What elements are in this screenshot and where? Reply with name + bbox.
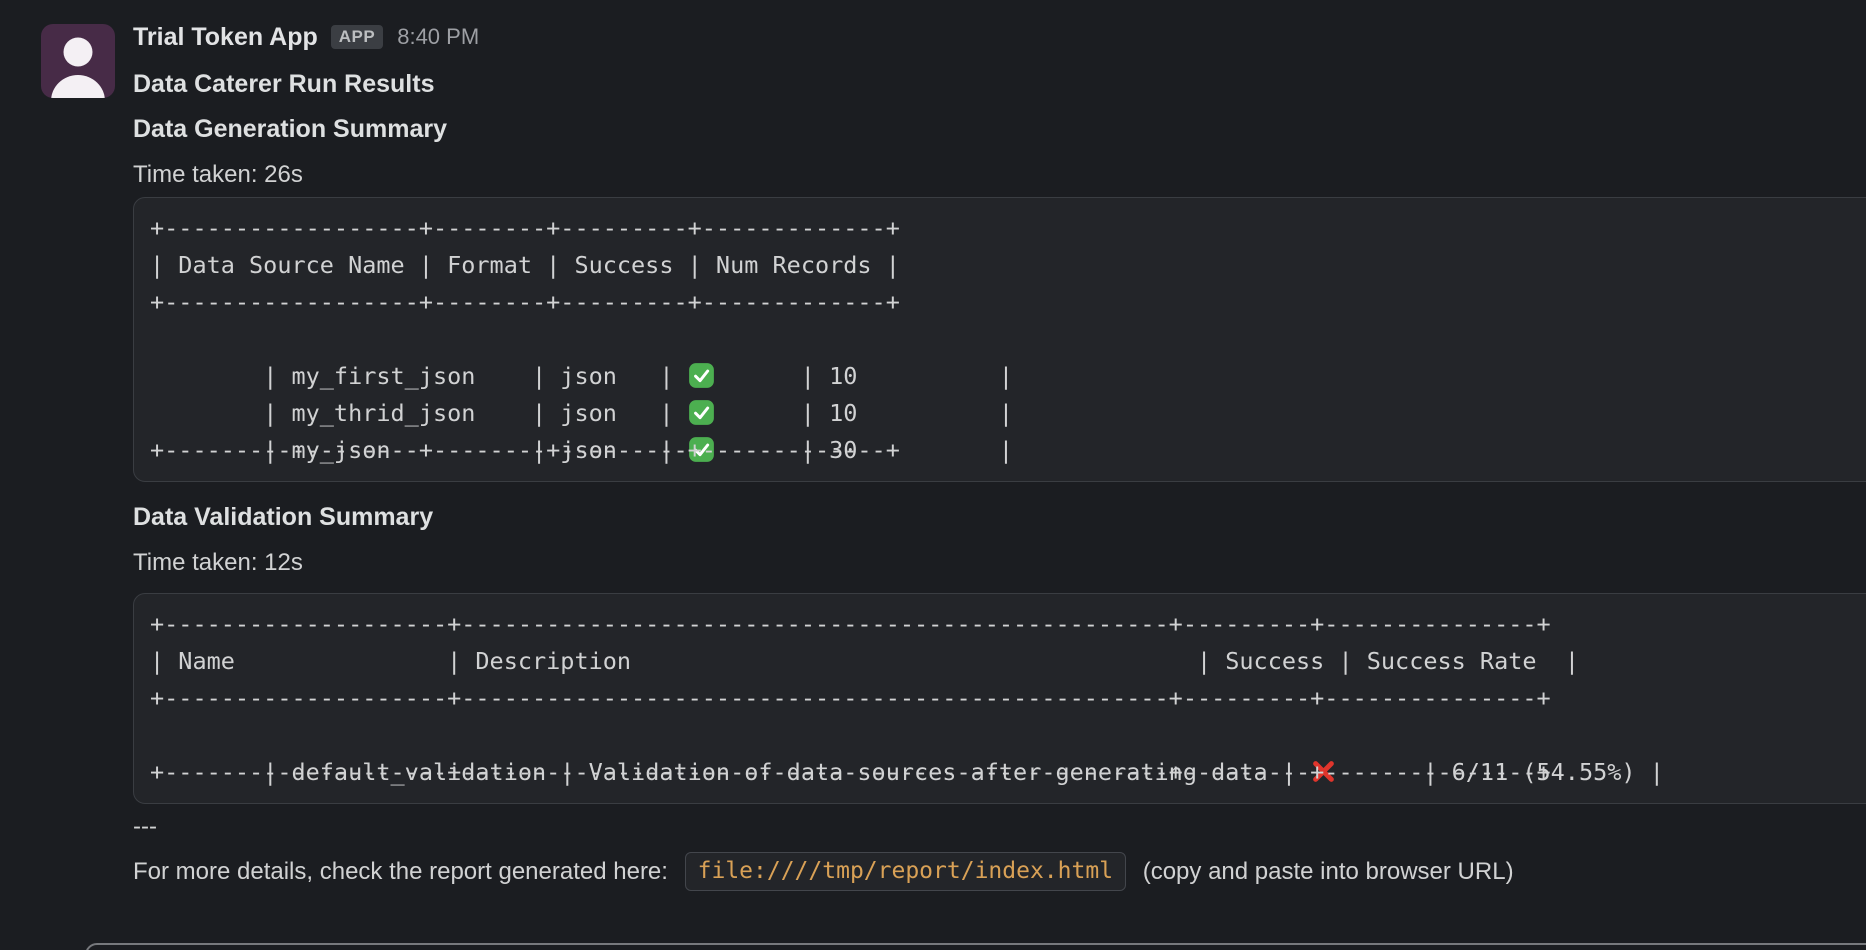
sender-name[interactable]: Trial Token App <box>133 23 318 52</box>
table-header-row: | Name | Description | Success | Success… <box>150 643 1866 680</box>
validation-time-taken: Time taken: 12s <box>133 540 1866 585</box>
row-cells-left: | my_first_json | json | <box>263 362 687 390</box>
ascii-border-line: +--------------------+------------------… <box>150 606 1866 643</box>
ascii-border-line: +------------------+--------+---------+-… <box>150 284 1866 321</box>
generation-table-codeblock: +------------------+--------+---------+-… <box>133 197 1866 482</box>
success-check-icon <box>688 358 716 395</box>
generation-time-taken: Time taken: 26s <box>133 152 1866 197</box>
generation-heading: Data Generation Summary <box>133 107 1866 152</box>
message-body: Trial Token App APP 8:40 PM Data Caterer… <box>133 20 1866 894</box>
footer-text-after: (copy and paste into browser URL) <box>1136 858 1514 886</box>
person-icon <box>41 24 115 98</box>
footer-text-before: For more details, check the report gener… <box>133 858 675 886</box>
row-cells-right: | 10 | <box>716 362 1013 390</box>
row-cells-right: | 10 | <box>716 399 1013 427</box>
table-header-row: | Data Source Name | Format | Success | … <box>150 247 1866 284</box>
validation-table-codeblock: +--------------------+------------------… <box>133 593 1866 804</box>
table-row: | default_validation | Validation of dat… <box>150 717 1866 754</box>
slack-message-pane: Trial Token App APP 8:40 PM Data Caterer… <box>0 0 1866 950</box>
message-input[interactable] <box>85 943 1866 950</box>
table-row: | my_first_json | json | | 10 | <box>150 321 1866 358</box>
report-footer: For more details, check the report gener… <box>133 849 1866 894</box>
ascii-border-line: +--------------------+------------------… <box>150 680 1866 717</box>
row-cells-left: | my_thrid_json | json | <box>263 399 687 427</box>
report-file-path: file:////tmp/report/index.html <box>685 852 1126 891</box>
message-header: Trial Token App APP 8:40 PM <box>133 20 1866 54</box>
success-check-icon <box>688 395 716 432</box>
app-badge: APP <box>331 25 383 49</box>
timestamp[interactable]: 8:40 PM <box>397 24 479 50</box>
avatar[interactable] <box>41 24 115 98</box>
ascii-border-line: +------------------+--------+---------+-… <box>150 210 1866 247</box>
divider-text: --- <box>133 804 1866 849</box>
message-title: Data Caterer Run Results <box>133 62 1866 107</box>
validation-heading: Data Validation Summary <box>133 495 1866 540</box>
